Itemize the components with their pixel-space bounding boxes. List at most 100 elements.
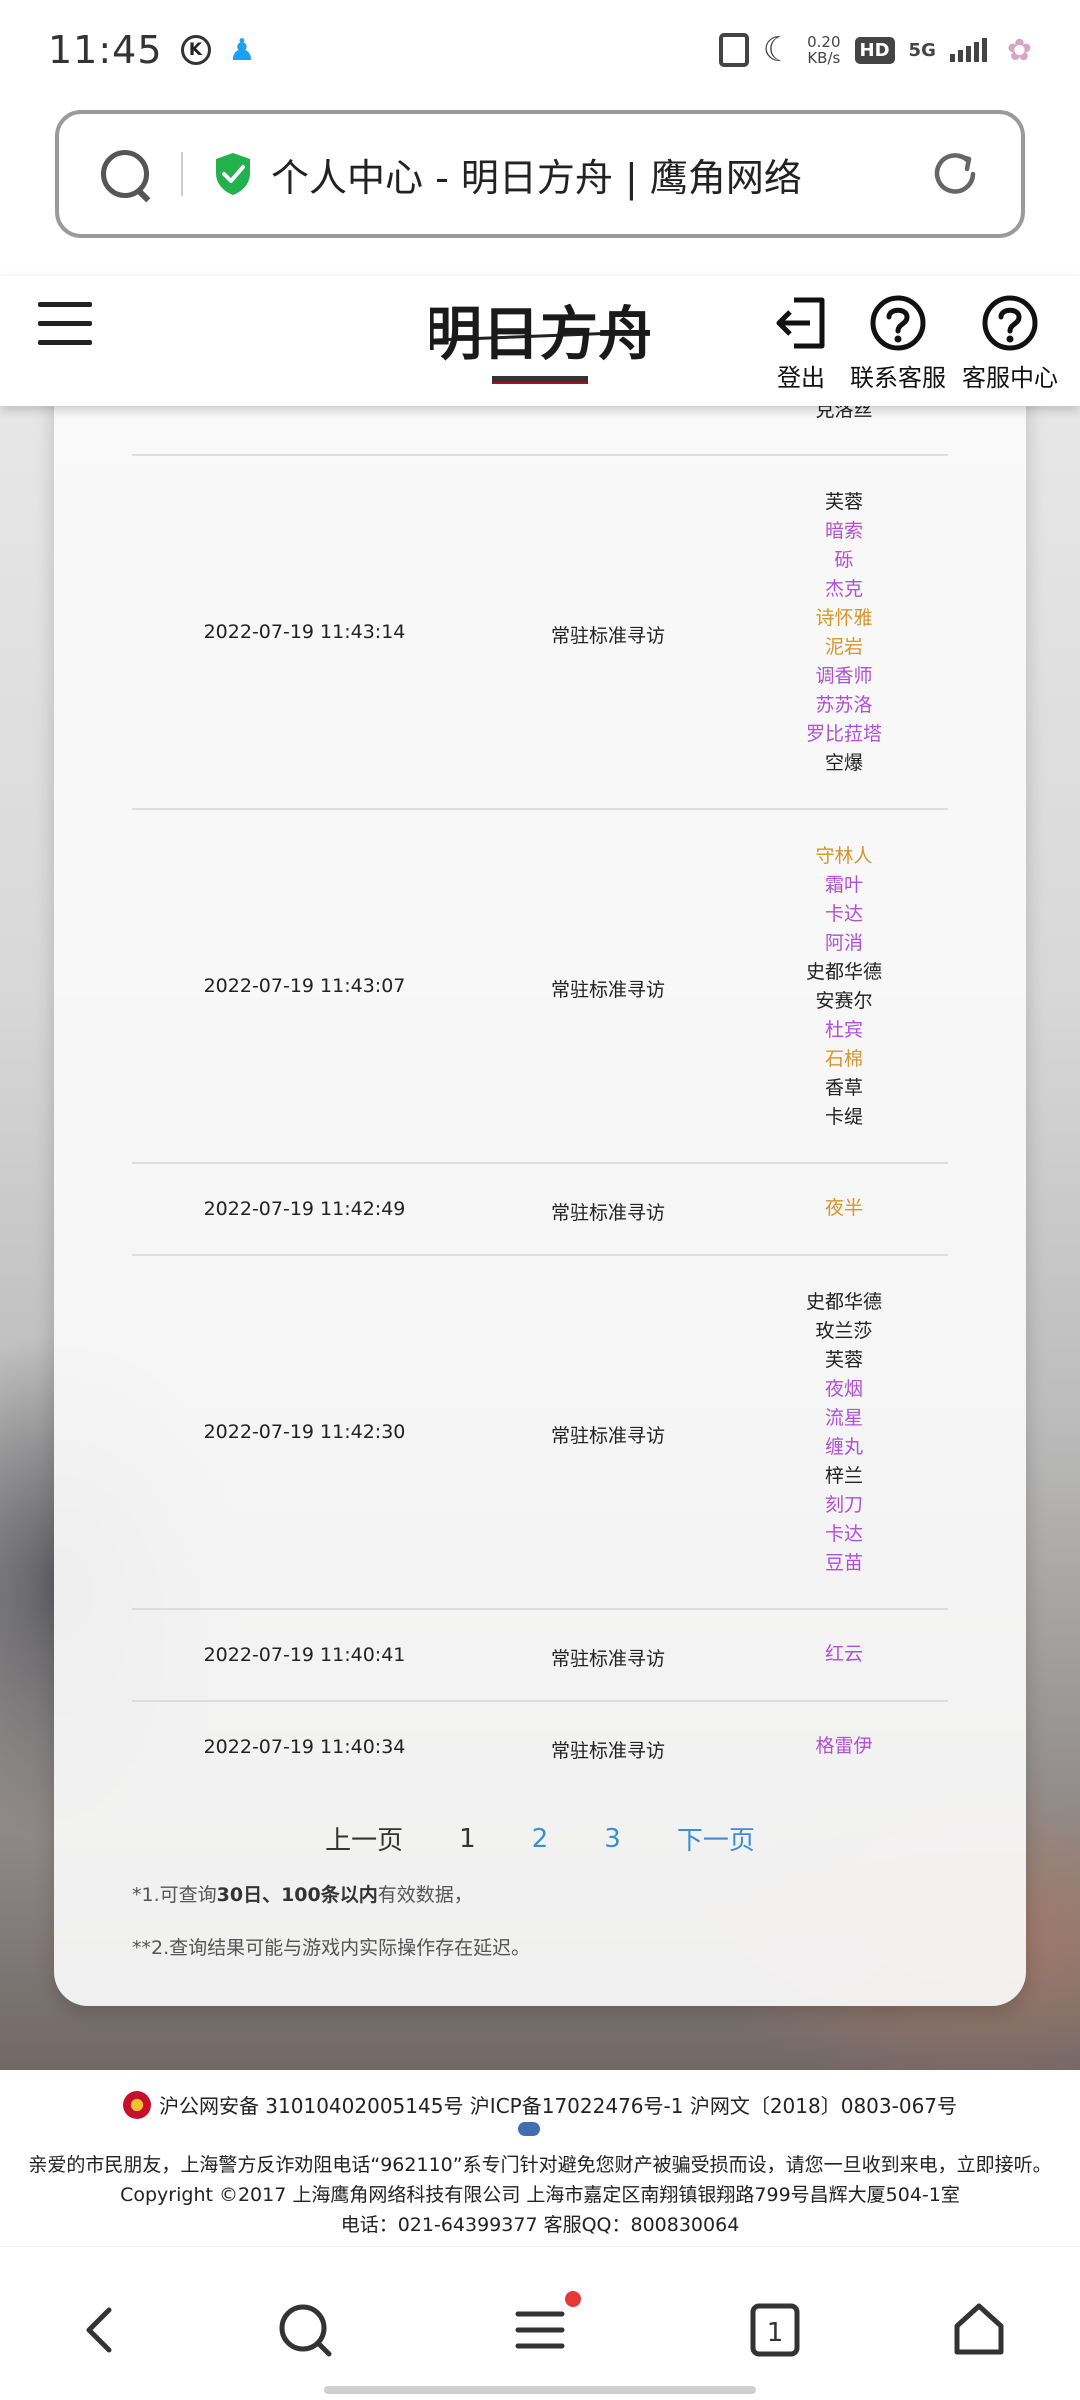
service-center-label: 客服中心 (962, 364, 1058, 392)
status-time: 11:45 (48, 28, 163, 72)
home-icon (954, 2303, 1004, 2355)
record-time: 2022-07-19 11:40:41 (203, 1644, 406, 1666)
record-pool-type: 常驻标准寻访 (550, 1648, 665, 1670)
menu-lines-icon (515, 2311, 565, 2349)
vibrate-icon (718, 33, 749, 67)
svg-text:明日方舟: 明日方舟 (430, 300, 650, 368)
page-title: 个人中心 - 明日方舟 | 鹰角网络 (271, 155, 802, 200)
site-footer: 沪公网安备 31010402005145号 沪ICP备17022476号-1 沪… (0, 2070, 1080, 2246)
next-page-button[interactable]: 下一页 (649, 1820, 783, 1857)
search-icon (279, 2304, 332, 2357)
operator-name: 罗比菈塔 (805, 723, 882, 745)
page-2-link[interactable]: 2 (504, 1824, 577, 1854)
pagination: 上一页 1 2 3 下一页 (54, 1820, 1026, 1857)
record-time: 2022-07-19 11:42:49 (203, 1198, 406, 1220)
home-button[interactable] (944, 2295, 1014, 2365)
operator-name: 阿消 (824, 932, 863, 954)
network-speed: 0.20 KB/s (807, 34, 840, 66)
reload-icon[interactable] (929, 148, 981, 200)
secure-shield-icon (216, 153, 250, 195)
help-circle-icon (982, 295, 1038, 351)
help-circle-icon (870, 295, 926, 351)
search-button[interactable] (270, 2295, 340, 2365)
operator-name: 泥岩 (824, 636, 863, 658)
operator-list: 守林人 霜叶 卡达 阿消 史都华德 安赛尔 杜宾 石棉 香草 卡缇 (739, 842, 949, 1132)
operator-name: 芙蓉 (824, 491, 863, 513)
operator-list: 芙蓉 暗索砾杰克 诗怀雅 泥岩 调香师 苏苏洛 罗比菈塔 空爆 (739, 488, 949, 778)
operator-name: 豆苗 (824, 1552, 863, 1574)
back-arrow-icon (86, 2307, 112, 2353)
network-speed-unit: KB/s (807, 49, 841, 67)
record-pool-type: 常驻标准寻访 (550, 625, 665, 647)
search-icon[interactable] (99, 148, 151, 200)
record-pool-type: 常驻标准寻访 (550, 979, 665, 1001)
address-bar[interactable]: 个人中心 - 明日方舟 | 鹰角网络 (55, 110, 1025, 238)
footer-license-line: 沪公网安备 31010402005145号 沪ICP备17022476号-1 沪… (0, 2090, 1080, 2119)
logout-icon (776, 297, 825, 349)
home-gesture-indicator[interactable] (324, 2386, 756, 2394)
record-pool-type: 常驻标准寻访 (550, 1202, 665, 1224)
logout-button[interactable]: 登出 (772, 294, 830, 393)
hd-voice-icon: HD (854, 36, 895, 64)
footer-copyright: Copyright ©2017 上海鹰角网络科技有限公司 上海市嘉定区南翔镇银翔… (120, 2184, 960, 2206)
operator-name: 夜烟 (824, 1378, 863, 1400)
operator-name: 梓兰 (824, 1465, 863, 1487)
contact-support-button[interactable]: 联系客服 (850, 294, 946, 393)
note-1-prefix: *1.可查询 (132, 1884, 217, 1906)
record-time: 2022-07-19 11:43:14 (203, 621, 406, 643)
k-app-icon: K (180, 35, 211, 65)
notification-dot (565, 2291, 581, 2307)
menu-button[interactable] (505, 2291, 581, 2365)
record-pool-type: 常驻标准寻访 (550, 1425, 665, 1447)
police-badge-icon (122, 2090, 151, 2119)
tabs-button[interactable]: 1 (740, 2295, 810, 2365)
tabs-count: 1 (767, 2318, 784, 2348)
table-row: 2022-07-19 11:40:34 常驻标准寻访 格雷伊 (132, 1702, 948, 1794)
status-bar: 11:45 K ♟ ☾ 0.20 KB/s HD 5G ✿ (0, 0, 1080, 100)
operator-name: 缠丸 (824, 1436, 863, 1458)
note-2: **2.查询结果可能与游戏内实际操作存在延迟。 (132, 1937, 531, 1959)
note-1-suffix: 有效数据， (377, 1884, 473, 1906)
record-pool-type: 常驻标准寻访 (550, 1740, 665, 1762)
page-1-current: 1 (459, 1823, 476, 1854)
logout-label: 登出 (777, 364, 825, 392)
arknights-logo[interactable]: 明日方舟 (430, 290, 650, 390)
operator-name: 卡缇 (824, 1106, 863, 1128)
operator-name: 卡达 (824, 1523, 863, 1545)
footer-contact: 电话：021-64399377 客服QQ：800830064 (340, 2214, 740, 2236)
record-time: 2022-07-19 11:43:07 (203, 975, 406, 997)
operator-name: 流星 (824, 1407, 863, 1429)
operator-name: 安赛尔 (815, 990, 873, 1012)
network-speed-value: 0.20 (807, 33, 841, 51)
signal-strength-icon (949, 38, 987, 62)
tabs-icon: 1 (750, 2303, 800, 2357)
page-3-link[interactable]: 3 (576, 1824, 649, 1854)
network-type-label: 5G (908, 39, 936, 61)
record-time: 2022-07-19 11:42:30 (203, 1421, 406, 1443)
operator-name: 苏苏洛 (815, 694, 873, 716)
back-button[interactable] (66, 2295, 136, 2365)
operator-name: 史都华德 (805, 1291, 882, 1313)
battery-character-icon: ✿ (1006, 32, 1032, 68)
operator-name: 红云 (824, 1643, 863, 1665)
operator-name: 杜宾 (824, 1019, 863, 1041)
service-center-button[interactable]: 客服中心 (962, 294, 1058, 393)
footer-license-text[interactable]: 沪公网安备 31010402005145号 沪ICP备17022476号-1 沪… (159, 2090, 957, 2119)
query-notes: *1.可查询30日、100条以内有效数据， **2.查询结果可能与游戏内实际操作… (132, 1880, 530, 1986)
table-row: 2022-07-19 11:42:49 常驻标准寻访 夜半 (132, 1164, 948, 1256)
prev-page-button[interactable]: 上一页 (297, 1820, 431, 1857)
hamburger-menu-icon[interactable] (38, 302, 92, 346)
table-row: 2022-07-19 11:43:07 常驻标准寻访 守林人 霜叶 卡达 阿消 史都华德… (132, 810, 948, 1164)
operator-name: 霜叶 (824, 874, 863, 896)
network-culture-icon (518, 2122, 540, 2136)
operator-name: 史都华德 (805, 961, 882, 983)
operator-name: 卡达 (824, 903, 863, 925)
operator-name: 诗怀雅 (815, 607, 873, 629)
table-row: 2022-07-19 11:43:14 常驻标准寻访 芙蓉 暗索砾杰克 诗怀雅 泥岩调… (132, 456, 948, 810)
footer-anti-fraud-notice: 亲爱的市民朋友，上海警方反诈劝阻电话“962110”系专门针对避免您财产被骗受损… (28, 2154, 1052, 2176)
contact-support-label: 联系客服 (850, 364, 946, 392)
operator-name: 格雷伊 (815, 1735, 873, 1757)
record-time: 2022-07-19 11:40:34 (203, 1736, 406, 1758)
address-divider (181, 152, 183, 196)
operator-name: 刻刀 (824, 1494, 863, 1516)
